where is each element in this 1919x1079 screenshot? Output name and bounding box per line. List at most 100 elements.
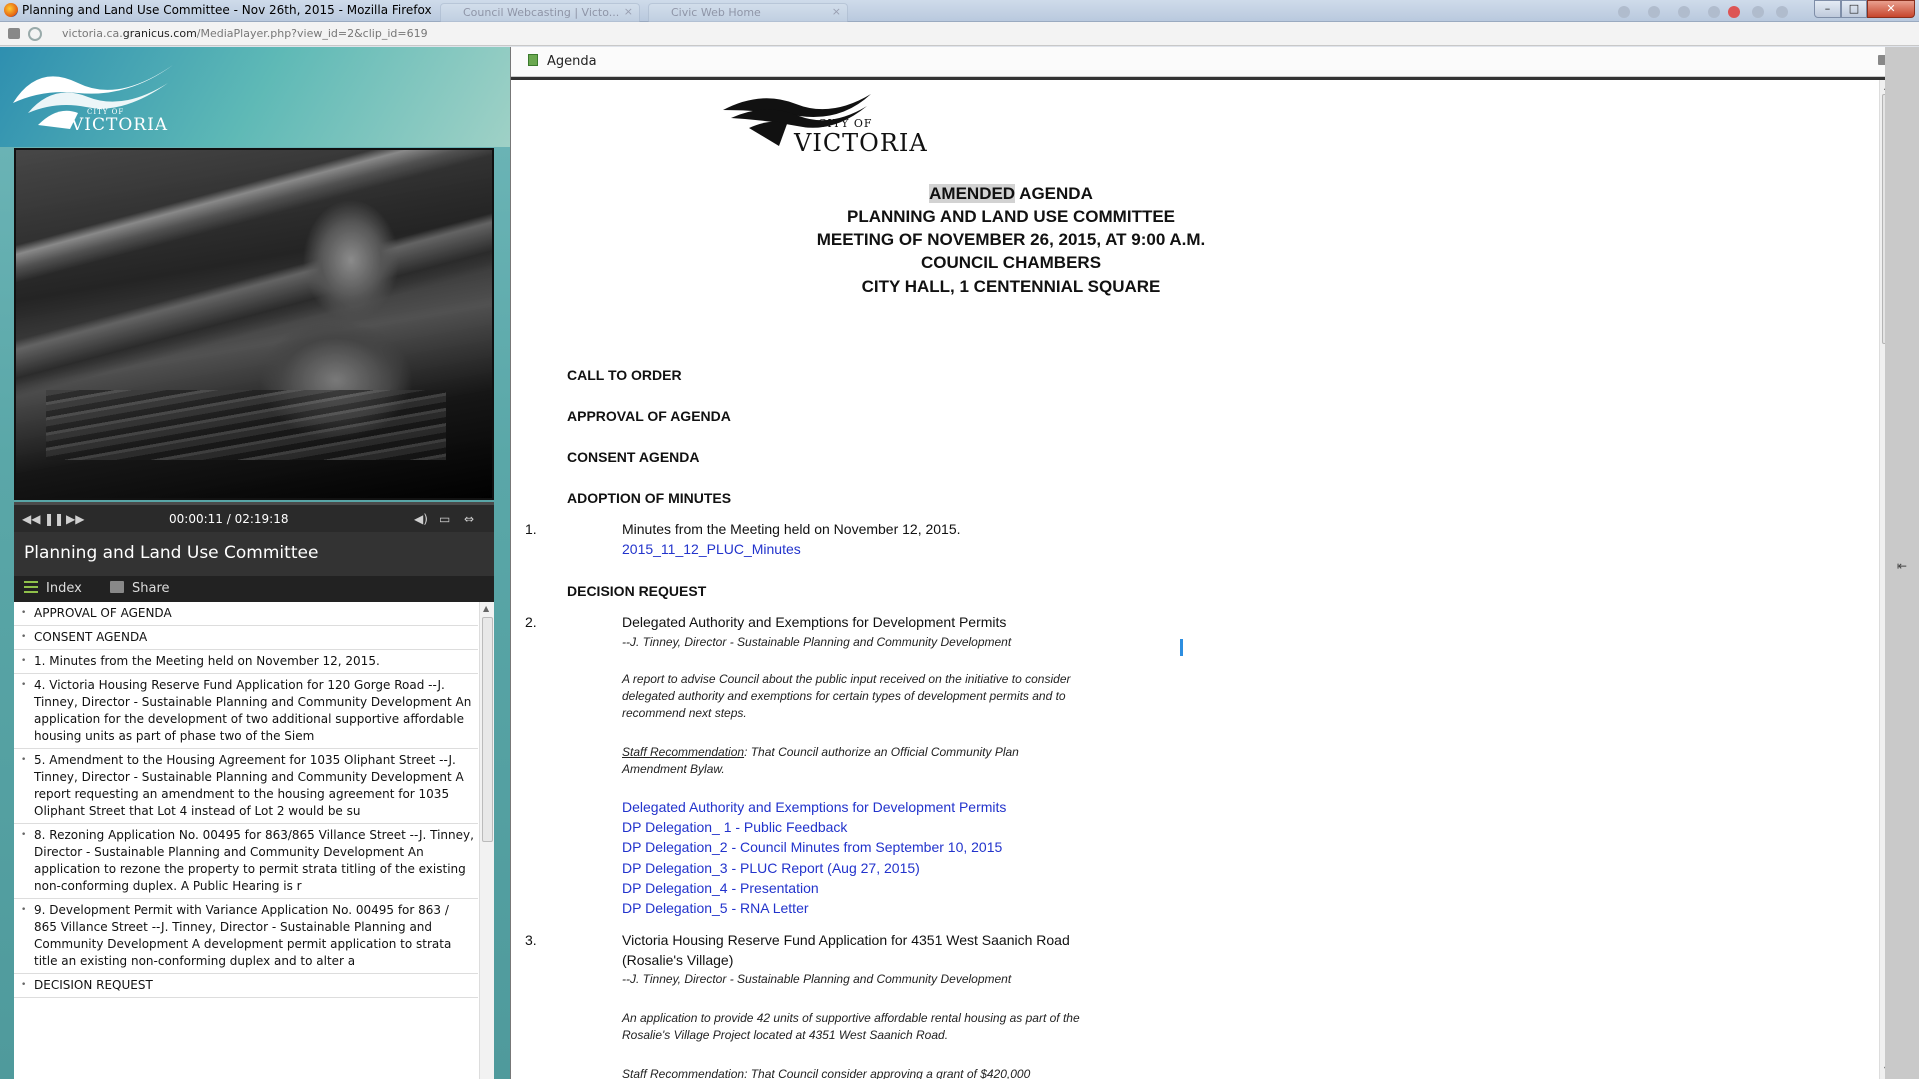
staff-recommendation: Staff Recommendation: That Council consi… bbox=[622, 1067, 1031, 1079]
attachment-link[interactable]: DP Delegation_2 - Council Minutes from S… bbox=[622, 837, 1002, 857]
agenda-title-line1: AMENDED AGENDA bbox=[511, 182, 1511, 205]
index-list: APPROVAL OF AGENDA CONSENT AGENDA 1. Min… bbox=[14, 602, 494, 1079]
toolbar-addon-icon[interactable] bbox=[1678, 6, 1690, 18]
playback-time: 00:00:11 / 02:19:18 bbox=[169, 512, 289, 526]
attachment-link[interactable]: DP Delegation_ 1 - Public Feedback bbox=[622, 817, 847, 837]
display-toggle-icon[interactable]: ▭ bbox=[439, 512, 450, 526]
url-prefix: victoria.ca. bbox=[62, 27, 123, 40]
section-call-to-order: CALL TO ORDER bbox=[567, 367, 682, 383]
index-scroll-thumb[interactable] bbox=[482, 617, 493, 842]
item-description: A report to advise Council about the pub… bbox=[622, 672, 1071, 720]
index-item[interactable]: 9. Development Permit with Variance Appl… bbox=[14, 899, 478, 974]
collapse-panel-icon[interactable]: ⇤ bbox=[1897, 559, 1907, 573]
url-domain: granicus.com bbox=[122, 27, 197, 40]
attachment-link[interactable]: DP Delegation_3 - PLUC Report (Aug 27, 2… bbox=[622, 858, 920, 878]
attachment-link[interactable]: DP Delegation_5 - RNA Letter bbox=[622, 898, 809, 918]
item-title: Delegated Authority and Exemptions for D… bbox=[622, 614, 1007, 630]
globe-icon bbox=[28, 27, 42, 41]
item-author: --J. Tinney, Director - Sustainable Plan… bbox=[622, 635, 1012, 649]
index-item[interactable]: 8. Rezoning Application No. 00495 for 86… bbox=[14, 824, 478, 899]
rewind-icon[interactable]: ◀◀ bbox=[22, 512, 40, 526]
url-text[interactable]: victoria.ca.granicus.com/MediaPlayer.php… bbox=[62, 27, 428, 40]
toolbar-addon-icon[interactable] bbox=[1752, 6, 1764, 18]
media-player-panel: CITY OF VICTORIA ◀◀ ❚❚ ▶▶ 00:00:11 / 02:… bbox=[0, 47, 510, 1079]
attachment-link[interactable]: Delegated Authority and Exemptions for D… bbox=[622, 797, 1006, 817]
index-item[interactable]: 5. Amendment to the Housing Agreement fo… bbox=[14, 749, 478, 824]
url-path: /MediaPlayer.php?view_id=2&clip_id=619 bbox=[196, 27, 428, 40]
city-of-victoria-logo[interactable]: CITY OF VICTORIA bbox=[8, 53, 178, 143]
video-player[interactable] bbox=[14, 148, 494, 500]
toolbar-addon-icon[interactable] bbox=[1618, 6, 1630, 18]
agenda-panel-label: Agenda bbox=[547, 54, 597, 69]
document-icon bbox=[528, 54, 538, 66]
browser-tab-council-webcasting[interactable]: Council Webcasting | Victo... × bbox=[440, 3, 640, 22]
section-consent-agenda: CONSENT AGENDA bbox=[567, 449, 700, 465]
index-item[interactable]: 1. Minutes from the Meeting held on Nove… bbox=[14, 650, 478, 674]
window-titlebar: Planning and Land Use Committee - Nov 26… bbox=[0, 0, 1919, 22]
agenda-city-logo: CITY OF VICTORIA bbox=[721, 88, 927, 168]
player-controls: ◀◀ ❚❚ ▶▶ 00:00:11 / 02:19:18 ◀) ▭ ⇔ bbox=[14, 502, 494, 532]
logo-victoria-text: VICTORIA bbox=[71, 115, 169, 135]
close-window-button[interactable]: ✕ bbox=[1867, 0, 1915, 18]
section-adoption-of-minutes: ADOPTION OF MINUTES bbox=[567, 490, 732, 506]
site-identity-icon[interactable] bbox=[8, 28, 20, 39]
panel-tabs: Index Share bbox=[14, 576, 494, 602]
item-description: An application to provide 42 units of su… bbox=[622, 1011, 1080, 1042]
item-title: Minutes from the Meeting held on Novembe… bbox=[622, 521, 961, 537]
agenda-title-line5: CITY HALL, 1 CENTENNIAL SQUARE bbox=[861, 277, 1161, 296]
attachment-link[interactable]: DP Delegation_4 - Presentation bbox=[622, 878, 819, 898]
meeting-title: Planning and Land Use Committee bbox=[14, 532, 494, 576]
amended-highlight: AMENDED bbox=[929, 184, 1016, 203]
header-banner: CITY OF VICTORIA bbox=[0, 47, 510, 147]
agenda-logo-victoria-text: VICTORIA bbox=[794, 129, 928, 157]
staff-recommendation: Staff Recommendation: That Council autho… bbox=[622, 744, 1082, 778]
tab-share-label: Share bbox=[132, 581, 170, 596]
list-icon bbox=[24, 581, 38, 593]
index-item[interactable]: 4. Victoria Housing Reserve Fund Applica… bbox=[14, 674, 478, 749]
item-number: 3. bbox=[525, 932, 537, 948]
minutes-link[interactable]: 2015_11_12_PLUC_Minutes bbox=[622, 539, 801, 559]
agenda-title-line3: MEETING OF NOVEMBER 26, 2015, AT 9:00 A.… bbox=[816, 230, 1206, 249]
toolbar-addon-icon[interactable] bbox=[1708, 6, 1720, 18]
staff-recommendation-label: Staff Recommendation bbox=[622, 745, 745, 759]
tab-label: Council Webcasting | Victo... bbox=[463, 6, 620, 19]
index-scrollbar[interactable]: ▲ ▼ bbox=[479, 602, 494, 1079]
agenda-header: Agenda bbox=[511, 47, 1904, 77]
browser-tab-civic-web[interactable]: Civic Web Home × bbox=[648, 3, 848, 22]
item-title: Victoria Housing Reserve Fund Applicatio… bbox=[622, 932, 1070, 968]
tab-share[interactable]: Share bbox=[110, 581, 170, 596]
share-icon bbox=[110, 581, 124, 593]
pause-icon[interactable]: ❚❚ bbox=[44, 512, 64, 526]
firefox-icon bbox=[4, 3, 18, 17]
maximize-button[interactable]: □ bbox=[1841, 0, 1867, 18]
fast-forward-icon[interactable]: ▶▶ bbox=[66, 512, 84, 526]
toolbar-addon-icon[interactable] bbox=[1648, 6, 1660, 18]
close-tab-icon[interactable]: × bbox=[832, 5, 841, 18]
text-cursor bbox=[1180, 639, 1183, 656]
agenda-title-line2: PLANNING AND LAND USE COMMITTEE bbox=[846, 207, 1176, 226]
tab-label: Civic Web Home bbox=[671, 6, 761, 19]
agenda-document: CITY OF VICTORIA AMENDED AGENDA PLANNING… bbox=[511, 80, 1879, 1079]
right-edge-bar: ⇤ bbox=[1885, 47, 1919, 1079]
item-number: 1. bbox=[525, 521, 537, 537]
tab-index[interactable]: Index bbox=[24, 581, 82, 596]
video-frame-detail bbox=[46, 390, 446, 460]
section-decision-request: DECISION REQUEST bbox=[567, 583, 707, 599]
toolbar-addon-icon[interactable] bbox=[1776, 6, 1788, 18]
minimize-button[interactable]: – bbox=[1814, 0, 1841, 18]
volume-icon[interactable]: ◀) bbox=[414, 512, 428, 526]
close-tab-icon[interactable]: × bbox=[624, 5, 633, 18]
window-title: Planning and Land Use Committee - Nov 26… bbox=[22, 3, 432, 17]
index-item[interactable]: DECISION REQUEST bbox=[14, 974, 478, 998]
toolbar-addon-icon[interactable] bbox=[1728, 6, 1740, 18]
fullscreen-icon[interactable]: ⇔ bbox=[464, 512, 474, 526]
section-approval-of-agenda: APPROVAL OF AGENDA bbox=[567, 408, 731, 424]
index-item[interactable]: APPROVAL OF AGENDA bbox=[14, 602, 478, 626]
item-author: --J. Tinney, Director - Sustainable Plan… bbox=[622, 972, 1012, 986]
address-bar[interactable]: victoria.ca.granicus.com/MediaPlayer.php… bbox=[0, 22, 1919, 46]
agenda-title-line4: COUNCIL CHAMBERS bbox=[920, 253, 1102, 272]
scroll-up-icon[interactable]: ▲ bbox=[483, 604, 489, 613]
index-item[interactable]: CONSENT AGENDA bbox=[14, 626, 478, 650]
tab-index-label: Index bbox=[46, 581, 82, 596]
agenda-panel: Agenda CITY OF VICTORIA AMENDED AGENDA P… bbox=[510, 47, 1904, 1079]
